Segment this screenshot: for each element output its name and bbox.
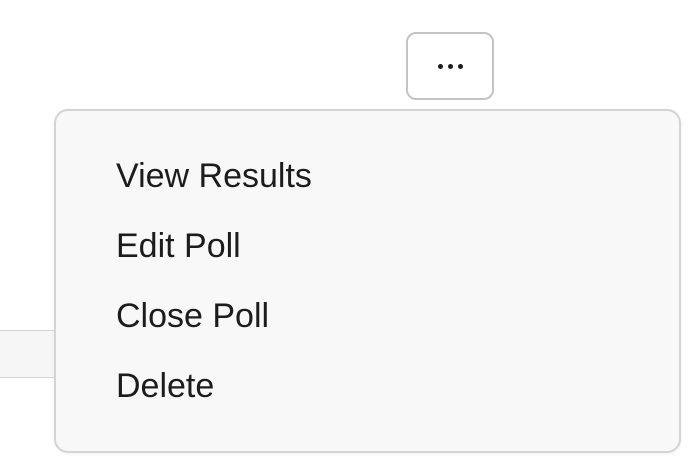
menu-item-close-poll[interactable]: Close Poll [56,281,679,351]
poll-actions-menu: View Results Edit Poll Close Poll Delete [54,109,681,453]
more-actions-button[interactable] [406,32,494,100]
menu-item-view-results[interactable]: View Results [56,141,679,211]
menu-item-edit-poll[interactable]: Edit Poll [56,211,679,281]
menu-item-delete[interactable]: Delete [56,351,679,421]
menu-list: View Results Edit Poll Close Poll Delete [56,141,679,421]
more-horizontal-icon [437,63,463,69]
